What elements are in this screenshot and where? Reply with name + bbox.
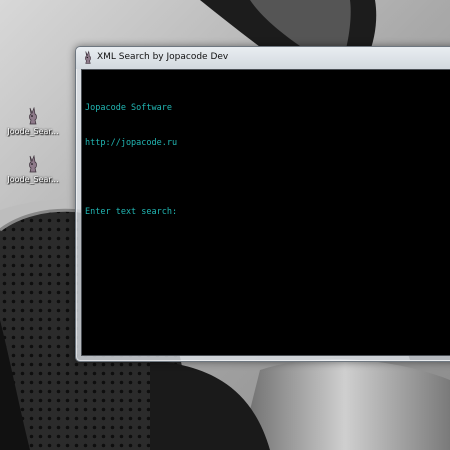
app-bunny-icon <box>29 107 37 125</box>
window-title: XML Search by Jopacode Dev <box>97 52 229 62</box>
app-bunny-icon <box>85 50 91 64</box>
desktop-icon-label: Joode_Sear... <box>7 175 59 184</box>
desktop-icon-label: Joode_Sear... <box>7 127 59 136</box>
desktop-icon-joode-search-2[interactable]: Joode_Sear... <box>3 155 63 185</box>
console-window[interactable]: XML Search by Jopacode Dev Jopacode Soft… <box>75 46 450 362</box>
console-prompt[interactable]: Enter text search: <box>85 207 177 219</box>
console-line: Jopacode Software <box>85 103 172 113</box>
app-bunny-icon <box>29 155 37 173</box>
console-line: http://jopacode.ru <box>85 137 178 148</box>
console-output-area[interactable]: Jopacode Software http://jopacode.ru Ent… <box>81 69 450 356</box>
window-titlebar[interactable]: XML Search by Jopacode Dev <box>76 47 450 69</box>
desktop-icon-joode-search-1[interactable]: Joode_Sear... <box>3 107 63 137</box>
console-text: Jopacode Software http://jopacode.ru Ent… <box>85 80 177 241</box>
